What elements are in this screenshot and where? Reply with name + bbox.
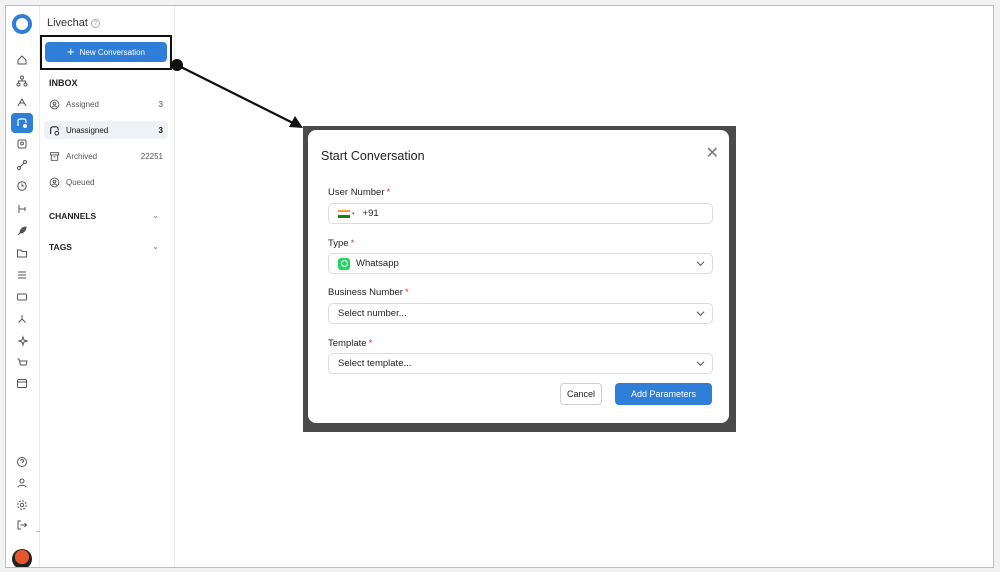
chevron-down-icon: ⌄ <box>152 211 159 220</box>
inbox-item-unassigned[interactable]: Unassigned 3 <box>44 121 168 139</box>
filters-icon[interactable] <box>15 268 29 282</box>
required-mark: * <box>404 287 409 298</box>
inbox-item-count: 3 <box>158 99 163 109</box>
plus-icon: + <box>67 44 75 59</box>
type-label: Type * <box>328 238 354 249</box>
country-dropdown-icon[interactable]: ▾ <box>352 211 355 217</box>
channels-label: CHANNELS <box>49 211 97 221</box>
user-number-value: +91 <box>362 208 379 219</box>
inbox-item-label: Archived <box>66 151 98 161</box>
cancel-button[interactable]: Cancel <box>560 383 602 405</box>
branch-icon[interactable] <box>15 202 29 216</box>
type-select[interactable]: Whatsapp <box>328 253 713 274</box>
close-icon[interactable]: ✕ <box>706 146 719 162</box>
add-parameters-button[interactable]: Add Parameters <box>615 383 712 405</box>
india-flag-icon[interactable] <box>338 209 350 218</box>
rocket-icon[interactable] <box>15 224 29 238</box>
icon-rail: → <box>6 6 44 567</box>
dialog-title: Start Conversation <box>321 149 425 163</box>
user-number-label: User Number * <box>328 187 390 198</box>
app-window: → Livechat? + New Conversation INBOX Ass… <box>5 5 994 568</box>
template-label-text: Template <box>328 338 367 349</box>
inbox-heading: INBOX <box>49 78 78 88</box>
inbox-item-count: 3 <box>158 125 163 135</box>
inbox-item-queued[interactable]: Queued <box>44 173 168 191</box>
whatsapp-icon <box>338 257 350 270</box>
inbox-item-archived[interactable]: Archived 22251 <box>44 147 168 165</box>
page-title: Livechat? <box>47 17 100 29</box>
tags-label: TAGS <box>49 242 72 252</box>
logout-icon[interactable] <box>15 518 29 532</box>
inbox-item-assigned[interactable]: Assigned 3 <box>44 95 168 113</box>
help-icon[interactable] <box>15 455 29 469</box>
chat-bubble-icon <box>49 125 60 136</box>
app-logo[interactable] <box>12 14 32 34</box>
start-conversation-dialog: Start Conversation ✕ User Number * ▾ +91 … <box>308 130 729 423</box>
business-number-label-text: Business Number <box>328 287 403 298</box>
chevron-down-icon: ⌄ <box>152 242 159 251</box>
help-circle-icon[interactable]: ? <box>90 18 100 28</box>
business-number-select[interactable]: Select number... <box>328 303 713 324</box>
home-icon[interactable] <box>15 53 29 67</box>
settings-icon[interactable] <box>15 498 29 512</box>
inbox-item-label: Assigned <box>66 99 99 109</box>
chat-icon[interactable] <box>11 113 33 133</box>
ticket-icon[interactable] <box>15 290 29 304</box>
required-mark: * <box>368 338 373 349</box>
user-circle-icon <box>49 177 60 188</box>
contacts-icon[interactable] <box>15 137 29 151</box>
required-mark: * <box>350 238 355 249</box>
page-title-text: Livechat <box>47 17 88 29</box>
business-number-placeholder: Select number... <box>338 308 407 319</box>
user-circle-icon <box>49 99 60 110</box>
channels-section[interactable]: CHANNELS ⌄ <box>49 211 159 221</box>
type-value: Whatsapp <box>356 258 399 269</box>
cart-icon[interactable] <box>15 356 29 370</box>
hierarchy-icon[interactable] <box>15 74 29 88</box>
archive-icon <box>49 151 60 162</box>
inbox-item-label: Unassigned <box>66 125 109 135</box>
integration-icon[interactable] <box>15 312 29 326</box>
new-conversation-button[interactable]: + New Conversation <box>45 42 167 62</box>
folder-icon[interactable] <box>15 246 29 260</box>
avatar[interactable] <box>12 549 32 567</box>
business-number-label: Business Number * <box>328 287 409 298</box>
sparkles-icon[interactable] <box>15 334 29 348</box>
chevron-down-icon <box>696 311 705 317</box>
flows-icon[interactable] <box>15 158 29 172</box>
inbox-item-count: 22251 <box>140 151 163 161</box>
chevron-down-icon <box>696 361 705 367</box>
template-placeholder: Select template... <box>338 358 412 369</box>
new-conversation-label: New Conversation <box>79 47 145 57</box>
clock-icon[interactable] <box>15 179 29 193</box>
template-select[interactable]: Select template... <box>328 353 713 374</box>
inbox-item-label: Queued <box>66 177 95 187</box>
chevron-down-icon <box>696 261 705 267</box>
modal-highlight-frame: Start Conversation ✕ User Number * ▾ +91 … <box>303 126 736 432</box>
template-label: Template * <box>328 338 372 349</box>
type-label-text: Type <box>328 238 349 249</box>
inbox-panel: Livechat? + New Conversation INBOX Assig… <box>40 6 175 567</box>
users-icon[interactable] <box>15 476 29 490</box>
tags-section[interactable]: TAGS ⌄ <box>49 242 159 252</box>
required-mark: * <box>386 187 391 198</box>
user-number-label-text: User Number <box>328 187 385 198</box>
user-number-field[interactable]: ▾ +91 <box>328 203 713 224</box>
calendar-icon[interactable] <box>15 376 29 390</box>
broadcast-icon[interactable] <box>15 95 29 109</box>
